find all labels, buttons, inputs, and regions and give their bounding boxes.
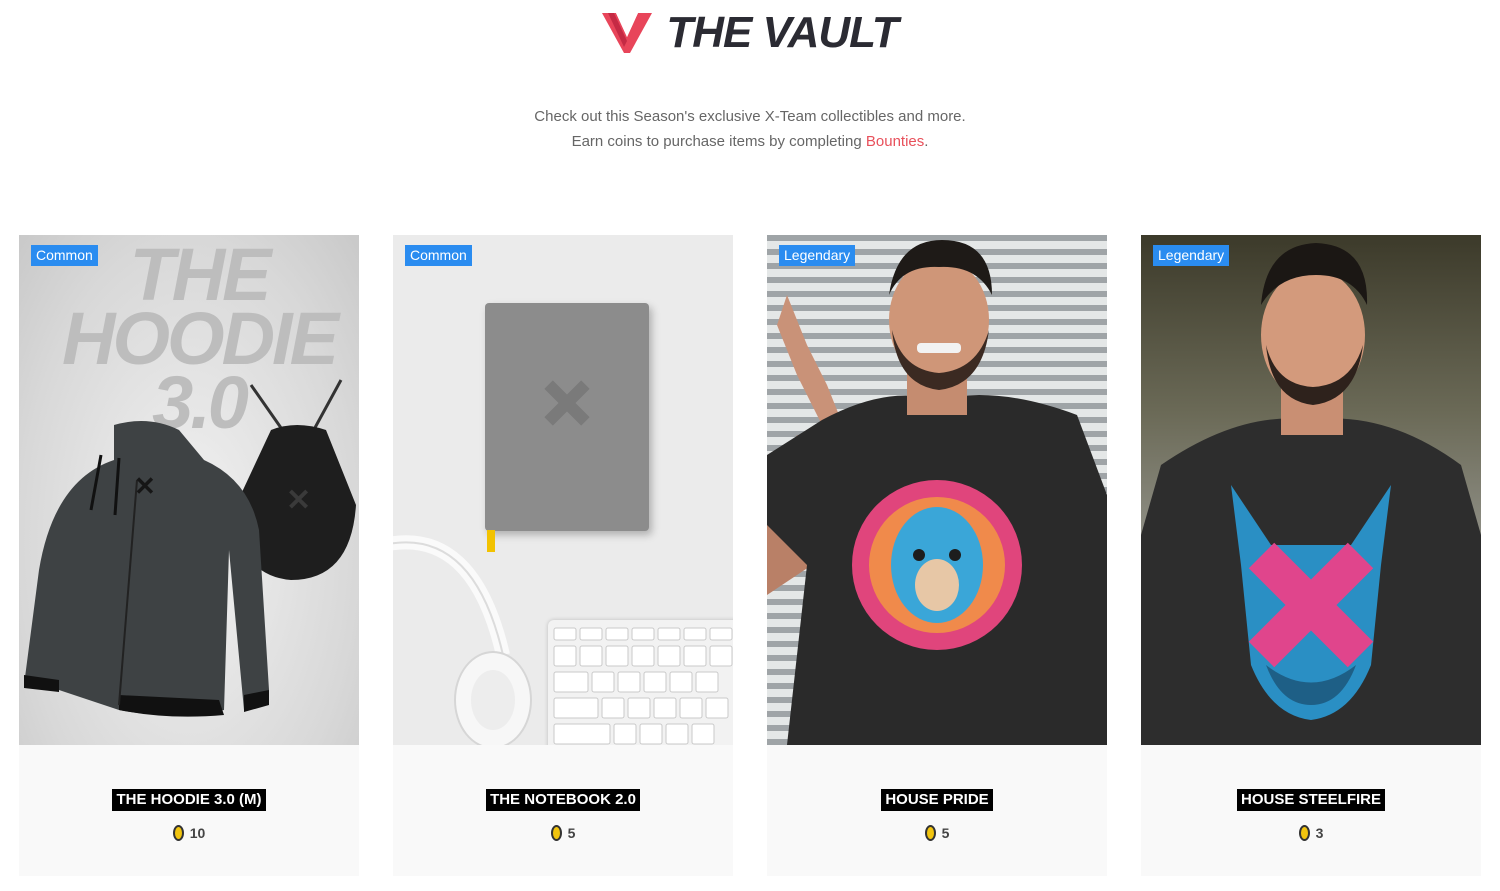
- man-in-lion-tshirt-icon: [767, 235, 1107, 745]
- price-value: 10: [189, 825, 206, 841]
- keyboard-icon: [548, 620, 733, 745]
- rarity-badge: Legendary: [1153, 245, 1230, 266]
- product-card-house-steelfire[interactable]: Legendary HOUSE STEELFIRE 3: [1141, 235, 1481, 876]
- notebook-icon: [485, 303, 649, 531]
- intro-line-2-prefix: Earn coins to purchase items by completi…: [571, 133, 866, 150]
- coin-icon: [1298, 825, 1310, 841]
- svg-text:✕: ✕: [286, 484, 311, 517]
- card-footer: HOUSE PRIDE 5: [767, 745, 1107, 876]
- rarity-badge: Common: [31, 245, 98, 266]
- product-card-hoodie[interactable]: Common THE HOODIE 3.0 ✕ ✕ THE HOODIE 3.0…: [19, 235, 359, 876]
- man-in-dragon-tshirt-icon: [1141, 243, 1481, 745]
- price-value: 3: [1315, 825, 1324, 841]
- product-price: 5: [924, 825, 950, 841]
- intro-line-2-suffix: .: [924, 133, 929, 150]
- vault-logo-icon[interactable]: [602, 11, 653, 55]
- bounties-link[interactable]: Bounties: [866, 133, 924, 150]
- product-name: THE HOODIE 3.0 (M): [112, 789, 266, 811]
- product-name: HOUSE PRIDE: [881, 789, 993, 811]
- product-name: THE NOTEBOOK 2.0: [486, 789, 640, 811]
- svg-text:✕: ✕: [134, 471, 156, 501]
- intro-line-2: Earn coins to purchase items by completi…: [0, 129, 1500, 154]
- page-title: THE VAULT: [666, 8, 898, 57]
- intro-text: Check out this Season's exclusive X-Team…: [0, 104, 1500, 154]
- hoodie-icon: ✕: [24, 421, 269, 717]
- lion-tshirt-image[interactable]: Legendary: [767, 235, 1107, 745]
- product-price: 3: [1298, 825, 1324, 841]
- product-price: 5: [550, 825, 576, 841]
- product-name: HOUSE STEELFIRE: [1236, 789, 1386, 811]
- x-team-logo-icon: [544, 380, 590, 426]
- product-card-notebook[interactable]: Common THE NOTEBOOK 2.0 5: [393, 235, 733, 876]
- coin-icon: [550, 825, 562, 841]
- page-header: THE VAULT: [0, 8, 1500, 58]
- product-card-house-pride[interactable]: Legendary HOUSE PRIDE 5: [767, 235, 1107, 876]
- price-value: 5: [941, 825, 950, 841]
- product-grid: Common THE HOODIE 3.0 ✕ ✕ THE HOODIE 3.0…: [19, 235, 1481, 876]
- price-value: 5: [567, 825, 576, 841]
- coin-icon: [924, 825, 936, 841]
- dragon-tshirt-image[interactable]: Legendary: [1141, 235, 1481, 745]
- product-price: 10: [172, 825, 206, 841]
- hoodie-image[interactable]: Common THE HOODIE 3.0 ✕ ✕: [19, 235, 359, 745]
- notebook-image[interactable]: Common: [393, 235, 733, 745]
- intro-line-1: Check out this Season's exclusive X-Team…: [534, 108, 966, 125]
- rarity-badge: Legendary: [779, 245, 856, 266]
- rarity-badge: Common: [405, 245, 472, 266]
- card-footer: HOUSE STEELFIRE 3: [1141, 745, 1481, 876]
- keyboard-keys: [553, 627, 733, 745]
- card-footer: THE NOTEBOOK 2.0 5: [393, 745, 733, 876]
- coin-icon: [172, 825, 184, 841]
- card-footer: THE HOODIE 3.0 (M) 10: [19, 745, 359, 876]
